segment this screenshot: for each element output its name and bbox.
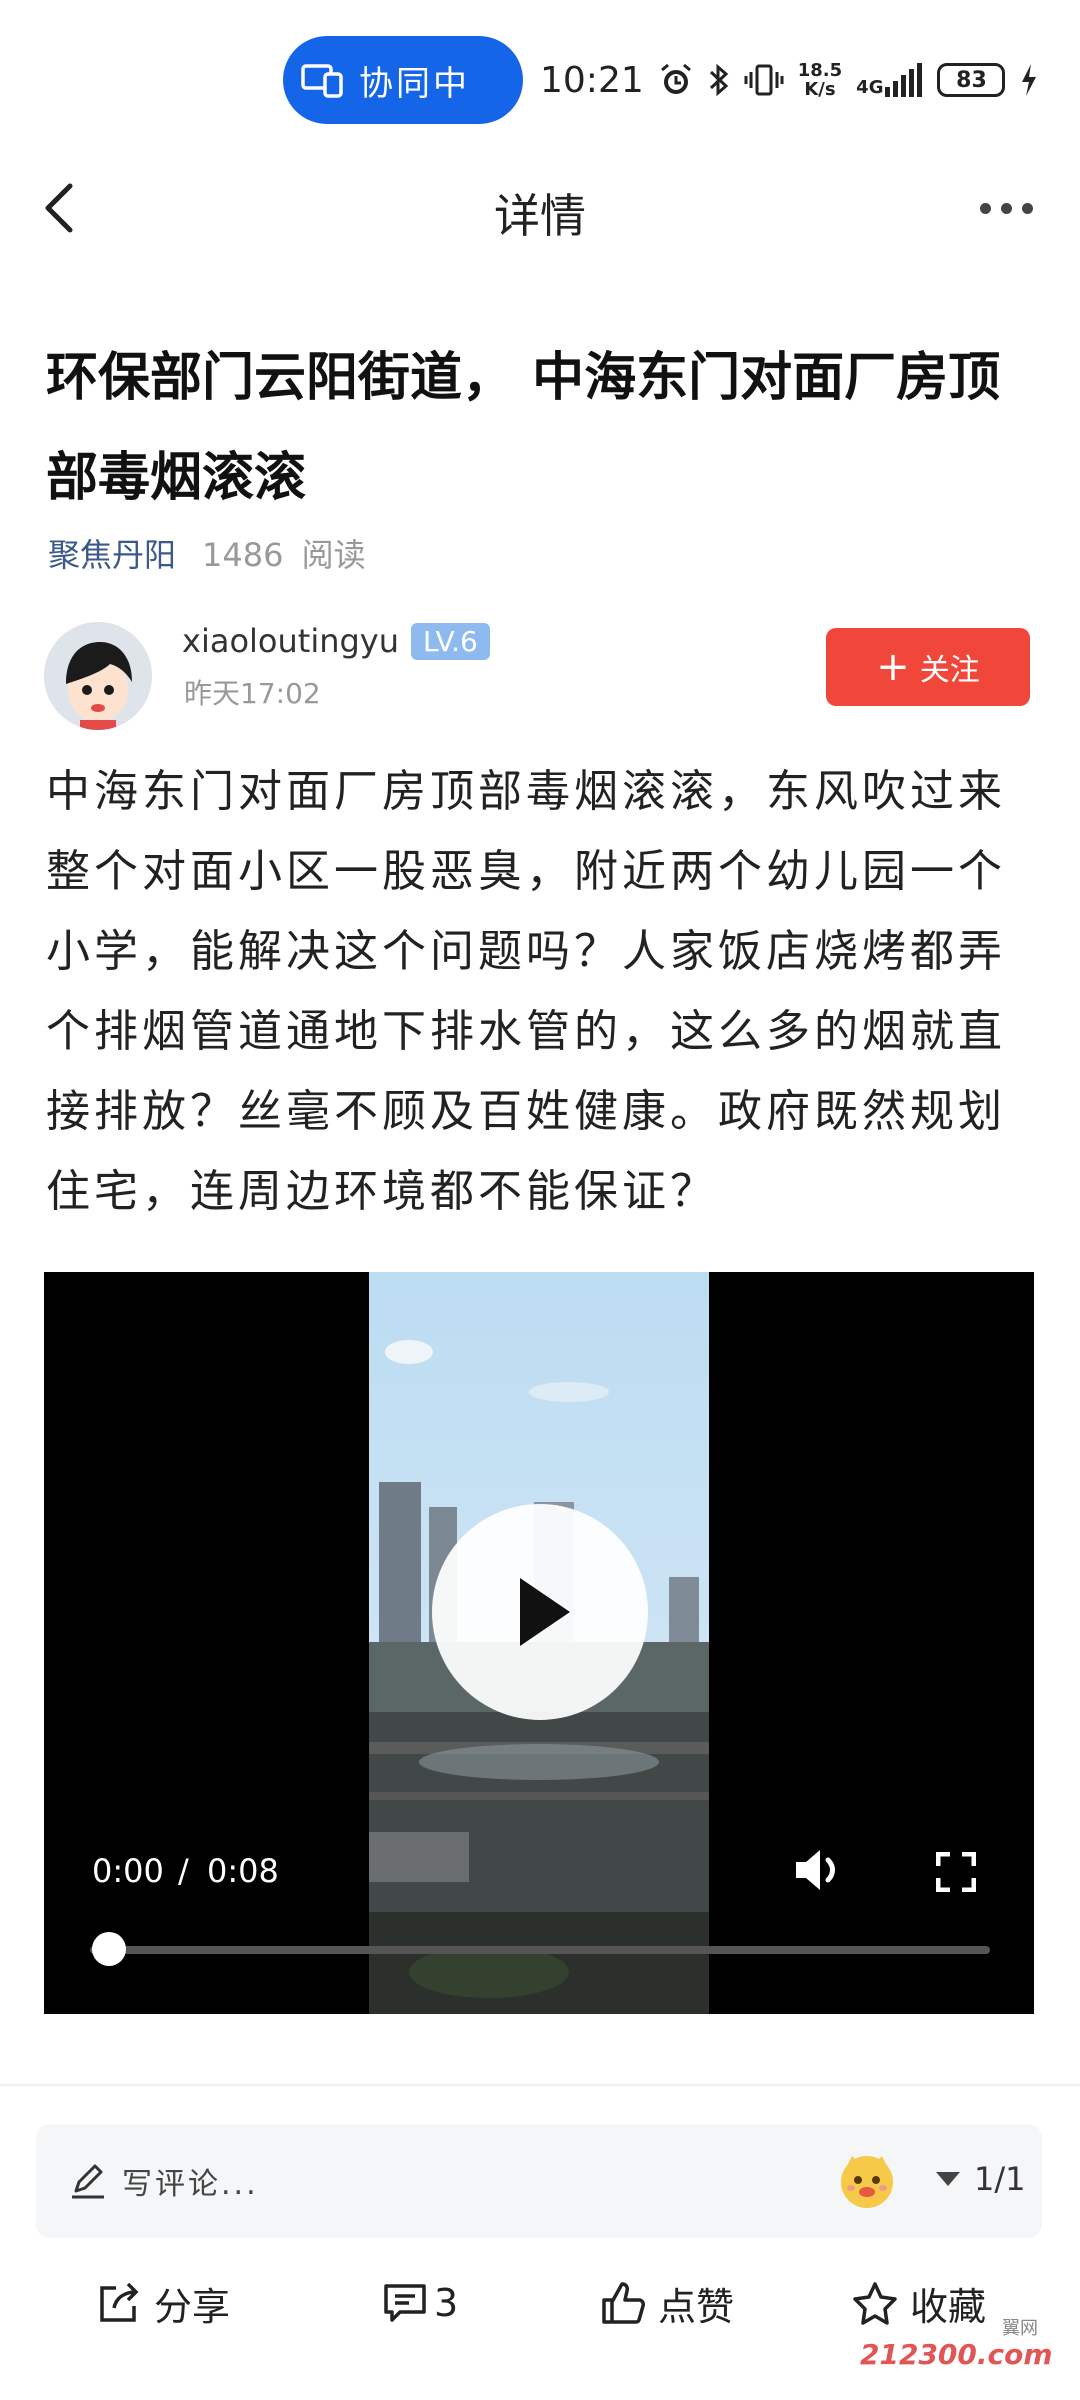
volume-icon[interactable] [790,1842,850,1898]
battery-indicator: 83 [937,63,1006,97]
article-body: 中海东门对面厂房顶部毒烟滚滚，东风吹过来整个对面小区一股恶臭，附近两个幼儿园一个… [46,766,1006,1217]
devices-icon [301,64,343,98]
progress-thumb[interactable] [92,1932,126,1966]
comments-button[interactable]: 3 [382,2278,458,2328]
collaboration-label: 协同中 [359,63,470,104]
network-type: 4G [856,77,884,98]
pencil-icon [72,2164,104,2199]
network-speed-unit: K/s [804,79,836,100]
status-bar: 10:21 18.5 K/s 4G 83 [540,50,1039,110]
watermark-subtitle: 翼网 [1002,2318,1038,2339]
author-info: xiaoloutingyu LV.6 [182,622,490,660]
read-count-label: 阅读 [301,536,366,574]
article-title: 环保部门云阳街道， 中海东门对面厂房顶部毒烟滚滚 [46,347,1001,508]
comment-icon [384,2284,426,2322]
network-speed-value: 18.5 [797,60,843,81]
read-count: 1486 阅读 [202,530,366,576]
more-options-icon[interactable] [980,200,1036,216]
comments-count: 3 [434,2281,459,2325]
collaboration-pill[interactable]: 协同中 [283,36,523,124]
video-player[interactable]: 0:00 / 0:08 [44,1272,1034,2014]
avatar-image [44,622,152,730]
author-name[interactable]: xiaoloutingyu [182,622,399,660]
network-speed: 18.5 K/s [798,61,842,99]
share-label: 分享 [154,2284,231,2329]
more-dot [980,202,991,214]
signal-icon [885,63,923,97]
share-icon [100,2282,139,2322]
article-meta: 聚焦丹阳 1486 阅读 [48,530,366,576]
follow-button[interactable]: + 关注 [826,628,1030,706]
dropdown-icon [936,2172,960,2186]
like-label: 点赞 [658,2284,735,2329]
signal-indicator: 4G [856,63,923,97]
page-indicator[interactable]: 1/1 [936,2160,1026,2198]
page-title: 详情 [494,189,586,243]
bluetooth-icon [709,63,728,97]
star-icon [853,2282,897,2325]
current-time: 0:00 [92,1852,164,1890]
charging-icon [1022,64,1037,96]
thumbs-up-icon [602,2282,645,2324]
level-badge: LV.6 [411,622,490,660]
divider [0,2084,1080,2086]
duration: 0:08 [206,1852,279,1890]
progress-track[interactable] [90,1946,990,1954]
share-button[interactable]: 分享 [96,2278,231,2329]
favorite-button[interactable]: 收藏 [852,2278,987,2329]
favorite-label: 收藏 [910,2284,987,2329]
watermark: 212300.com [860,2338,1053,2371]
clock: 10:21 [540,59,644,101]
play-button[interactable] [432,1504,648,1720]
emoji-icon[interactable] [836,2150,898,2210]
post-time: 昨天17:02 [184,677,321,710]
plus-icon: + [876,644,910,690]
comment-placeholder: 写评论... [122,2167,259,2202]
time-separator: / [178,1852,189,1890]
play-icon [520,1578,570,1646]
alarm-icon [660,63,691,94]
fullscreen-icon[interactable] [936,1852,976,1892]
read-count-value: 1486 [202,536,284,574]
page-indicator-label: 1/1 [974,2160,1026,2198]
more-dot [1022,202,1033,214]
like-button[interactable]: 点赞 [600,2278,735,2329]
video-time: 0:00 / 0:08 [92,1852,279,1890]
vibrate-icon [744,64,784,96]
source-link[interactable]: 聚焦丹阳 [48,530,176,576]
follow-label: 关注 [919,653,980,688]
more-dot [1001,202,1012,214]
avatar[interactable] [44,622,152,730]
